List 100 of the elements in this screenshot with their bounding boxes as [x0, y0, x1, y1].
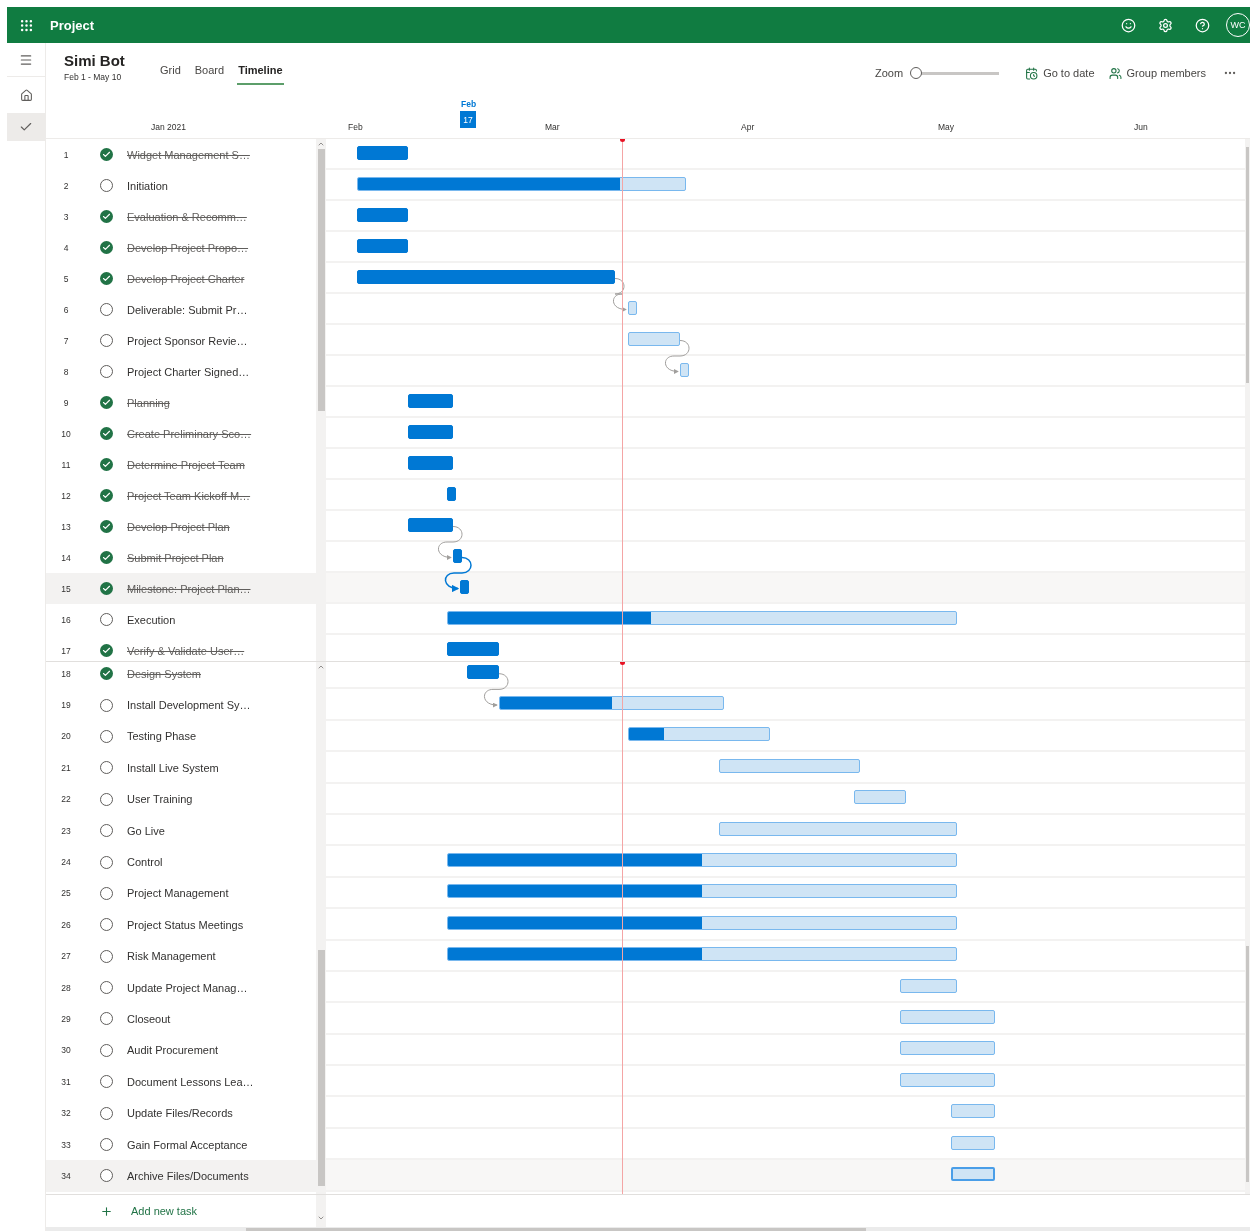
task-name[interactable]: Execution [127, 613, 176, 626]
task-checkbox[interactable] [100, 427, 113, 440]
task-name[interactable]: Document Lessons Lea… [127, 1075, 254, 1088]
task-checkbox[interactable] [100, 824, 113, 838]
task-row[interactable]: 1 Widget Management S… [46, 139, 316, 170]
scrollbar[interactable] [316, 662, 326, 1194]
task-checkbox[interactable] [100, 458, 113, 471]
task-bar[interactable] [447, 915, 957, 930]
task-checkbox[interactable] [100, 365, 113, 378]
task-checkbox[interactable] [100, 855, 113, 869]
task-checkbox[interactable] [100, 241, 113, 254]
task-row[interactable]: 7 Project Sponsor Revie… [46, 325, 316, 356]
task-name[interactable]: Develop Project Propo… [127, 241, 249, 254]
task-checkbox[interactable] [100, 613, 113, 626]
task-row[interactable]: 23 Go Live [46, 814, 316, 847]
task-bar[interactable] [447, 610, 957, 625]
task-bar[interactable] [408, 455, 453, 470]
task-checkbox[interactable] [100, 981, 113, 995]
scroll-up-icon[interactable] [317, 663, 325, 671]
task-checkbox[interactable] [100, 396, 113, 409]
task-row[interactable]: 8 Project Charter Signed… [46, 356, 316, 387]
scrollbar[interactable] [1245, 139, 1250, 661]
scroll-down-icon[interactable] [317, 1214, 325, 1222]
task-row[interactable]: 28 Update Project Manag… [46, 971, 316, 1004]
task-name[interactable]: Control [127, 856, 163, 869]
group-members-button[interactable]: Group members [1108, 66, 1206, 80]
task-name[interactable]: Deliverable: Submit Pr… [127, 303, 248, 316]
task-checkbox[interactable] [100, 148, 113, 161]
task-row[interactable]: 16 Execution [46, 604, 316, 635]
task-bar[interactable] [408, 424, 453, 439]
task-row[interactable]: 21 Install Live System [46, 752, 316, 784]
task-name[interactable]: Initiation [127, 179, 168, 192]
task-name[interactable]: Project Sponsor Revie… [127, 334, 248, 347]
task-bar[interactable] [951, 1166, 995, 1181]
task-bar[interactable] [357, 145, 408, 160]
task-checkbox[interactable] [100, 667, 113, 681]
task-checkbox[interactable] [100, 210, 113, 223]
task-bar[interactable] [467, 664, 499, 679]
task-name[interactable]: Project Charter Signed… [127, 365, 250, 378]
task-name[interactable]: Testing Phase [127, 730, 197, 743]
task-name[interactable]: Milestone: Project Plan… [127, 582, 251, 595]
task-row[interactable]: 19 Install Development Sy… [46, 689, 316, 721]
task-checkbox[interactable] [100, 334, 113, 347]
task-name[interactable]: Audit Procurement [127, 1044, 219, 1057]
view-tab[interactable]: Grid [159, 58, 182, 85]
task-row[interactable]: 13 Develop Project Plan [46, 511, 316, 542]
task-checkbox[interactable] [100, 520, 113, 533]
task-row[interactable]: 9 Planning [46, 387, 316, 418]
task-row[interactable]: 4 Develop Project Propo… [46, 232, 316, 263]
task-checkbox[interactable] [100, 1012, 113, 1026]
task-checkbox[interactable] [100, 761, 113, 775]
scrollbar[interactable] [316, 139, 326, 661]
task-bar[interactable] [357, 176, 686, 191]
task-bar[interactable] [628, 727, 770, 742]
add-task-button[interactable]: Add new task [46, 1195, 316, 1227]
task-checkbox[interactable] [100, 1169, 113, 1183]
task-row[interactable]: 34 Archive Files/Documents [46, 1160, 316, 1192]
task-checkbox[interactable] [100, 644, 113, 657]
task-name[interactable]: Design System [127, 667, 201, 680]
task-name[interactable]: Go Live [127, 824, 165, 837]
task-name[interactable]: Closeout [127, 1013, 171, 1025]
task-name[interactable]: Determine Project Team [127, 458, 245, 471]
task-bar[interactable] [408, 517, 453, 532]
task-name[interactable]: Planning [127, 396, 170, 409]
task-bar[interactable] [447, 853, 957, 868]
task-bar[interactable] [447, 486, 456, 501]
task-name[interactable]: Install Live System [127, 761, 219, 774]
task-row[interactable]: 29 Closeout [46, 1003, 316, 1035]
task-row[interactable]: 31 Document Lessons Lea… [46, 1066, 316, 1098]
task-checkbox[interactable] [100, 792, 113, 806]
task-checkbox[interactable] [100, 698, 113, 712]
task-name[interactable]: Project Management [127, 887, 229, 900]
task-checkbox[interactable] [100, 179, 113, 192]
task-row[interactable]: 32 Update Files/Records [46, 1097, 316, 1129]
task-row[interactable]: 12 Project Team Kickoff M… [46, 480, 316, 511]
task-row[interactable]: 2 Initiation [46, 170, 316, 201]
task-checkbox[interactable] [100, 551, 113, 564]
task-checkbox[interactable] [100, 918, 113, 932]
task-checkbox[interactable] [100, 272, 113, 285]
task-row[interactable]: 27 Risk Management [46, 940, 316, 972]
task-name[interactable]: Create Preliminary Sco… [127, 427, 252, 440]
task-row[interactable]: 20 Testing Phase [46, 720, 316, 753]
task-checkbox[interactable] [100, 303, 113, 316]
task-checkbox[interactable] [100, 1043, 113, 1057]
task-row[interactable]: 6 Deliverable: Submit Pr… [46, 294, 316, 325]
task-row[interactable]: 24 Control [46, 846, 316, 878]
task-bar[interactable] [499, 696, 724, 711]
task-checkbox[interactable] [100, 729, 113, 743]
task-name[interactable]: Archive Files/Documents [127, 1169, 249, 1182]
scrollbar[interactable] [316, 1195, 326, 1227]
task-name[interactable]: Update Files/Records [127, 1107, 233, 1120]
task-bar[interactable] [408, 393, 453, 408]
task-name[interactable]: Update Project Manag… [127, 981, 248, 994]
task-name[interactable]: Risk Management [127, 950, 216, 963]
task-checkbox[interactable] [100, 1138, 113, 1152]
task-bar[interactable] [357, 207, 408, 222]
task-name[interactable]: Submit Project Plan [127, 551, 224, 564]
task-checkbox[interactable] [100, 1106, 113, 1120]
task-row[interactable]: 30 Audit Procurement [46, 1034, 316, 1067]
task-checkbox[interactable] [100, 489, 113, 502]
